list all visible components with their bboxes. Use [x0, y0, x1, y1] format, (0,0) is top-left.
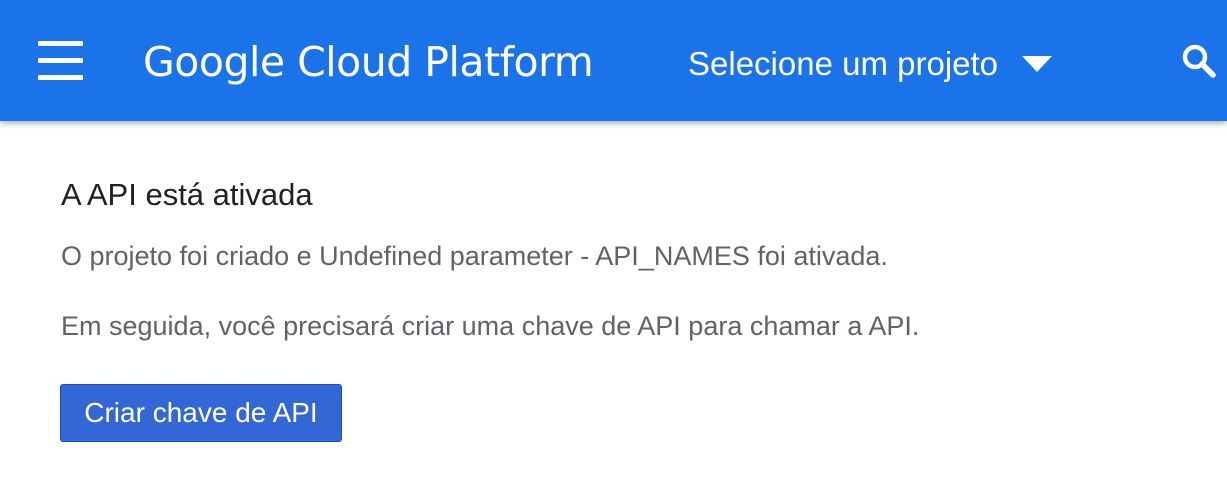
- search-button[interactable]: [1180, 42, 1220, 82]
- page-title: A API está ativada: [61, 177, 313, 212]
- status-message: O projeto foi criado e Undefined paramet…: [61, 241, 888, 271]
- create-api-key-button[interactable]: Criar chave de API: [60, 384, 342, 442]
- main-menu-button[interactable]: [34, 40, 86, 82]
- project-selector-label: Selecione um projeto: [688, 45, 999, 82]
- next-step-message: Em seguida, você precisará criar uma cha…: [61, 311, 920, 341]
- caret-down-icon: [1022, 56, 1053, 72]
- top-app-bar: Google Cloud Platform Selecione um proje…: [0, 0, 1227, 121]
- search-icon: [1182, 44, 1216, 78]
- project-selector[interactable]: Selecione um projeto: [688, 40, 1053, 88]
- product-logo-text[interactable]: Google Cloud Platform: [143, 34, 594, 90]
